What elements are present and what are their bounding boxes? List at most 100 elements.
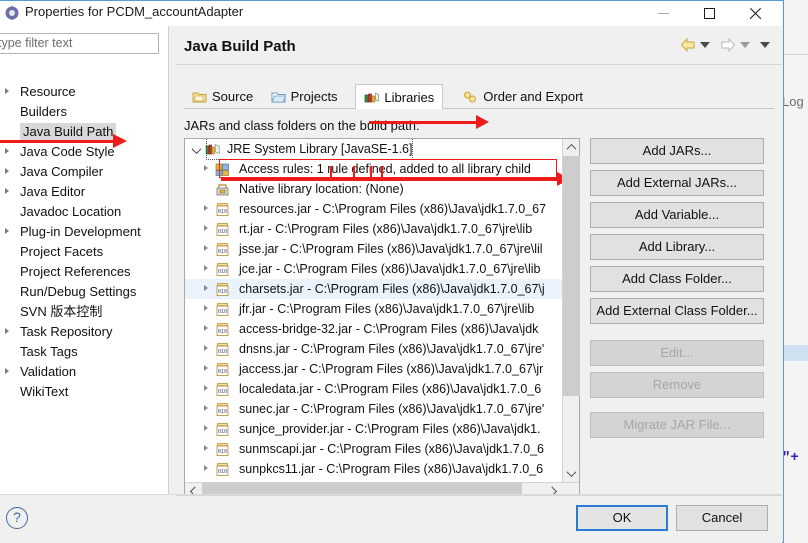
- jre-library-icon: [205, 142, 220, 157]
- chevron-right-icon[interactable]: [5, 368, 9, 374]
- edit-button: Edit...: [590, 340, 764, 366]
- maximize-icon: [703, 8, 715, 19]
- tree-row-localedata[interactable]: 010 localedata.jar - C:\Program Files (x8…: [185, 379, 563, 399]
- chevron-right-icon[interactable]: [204, 265, 208, 271]
- vertical-scrollbar[interactable]: [562, 139, 580, 482]
- close-button[interactable]: [732, 1, 778, 26]
- sidebar-item-label: Java Editor: [20, 184, 86, 199]
- tree-row-access[interactable]: Access rules: 1 rule defined, added to a…: [185, 159, 563, 179]
- scroll-down-button[interactable]: [563, 465, 580, 482]
- add-external-jars-button[interactable]: Add External JARs...: [590, 170, 764, 196]
- scroll-up-button[interactable]: [563, 139, 580, 156]
- sidebar-item-builders[interactable]: Builders: [0, 102, 169, 122]
- tree-row-native[interactable]: Native library location: (None): [185, 179, 563, 199]
- chevron-right-icon[interactable]: [5, 188, 9, 194]
- sidebar-item-project-facets[interactable]: Project Facets: [0, 242, 169, 262]
- sidebar-item-label: Builders: [20, 104, 67, 119]
- tree-row-jaccess[interactable]: 010 jaccess.jar - C:\Program Files (x86)\…: [185, 359, 563, 379]
- tree-row-jfr[interactable]: 010 jfr.jar - C:\Program Files (x86)\Java…: [185, 299, 563, 319]
- page-nav-icons: [680, 38, 770, 52]
- sidebar-item-svn[interactable]: SVN 版本控制: [0, 302, 169, 322]
- tree-row-sunmscapi[interactable]: 010 sunmscapi.jar - C:\Program Files (x86…: [185, 439, 563, 459]
- page-menu-chevron-down-icon[interactable]: [760, 42, 770, 48]
- forward-history-chevron-down-icon[interactable]: [740, 42, 750, 48]
- tree-row-jsse[interactable]: 010 jsse.jar - C:\Program Files (x86)\Jav…: [185, 239, 563, 259]
- sidebar-item-project-references[interactable]: Project References: [0, 262, 169, 282]
- chevron-right-icon[interactable]: [204, 385, 208, 391]
- classpath-actions: Add JARs... Add External JARs... Add Varia…: [590, 138, 764, 444]
- add-library-button[interactable]: Add Library...: [590, 234, 764, 260]
- tab-projects[interactable]: Projects: [263, 84, 346, 109]
- tree-row-charsets[interactable]: 010 charsets.jar - C:\Program Files (x86)…: [185, 279, 563, 299]
- chevron-right-icon[interactable]: [204, 165, 208, 171]
- svg-text:010: 010: [218, 229, 227, 235]
- tab-libraries[interactable]: Libraries: [355, 84, 444, 109]
- eclipse-properties-icon: [4, 5, 20, 21]
- tree-row-access[interactable]: 010 access-bridge-32.jar - C:\Program Fil…: [185, 319, 563, 339]
- back-history-chevron-down-icon[interactable]: [700, 42, 710, 48]
- chevron-right-icon[interactable]: [204, 425, 208, 431]
- tree-row-jre[interactable]: JRE System Library [JavaSE-1.6]: [185, 139, 563, 160]
- sidebar-item-resource[interactable]: Resource: [0, 82, 169, 102]
- chevron-right-icon[interactable]: [204, 285, 208, 291]
- tree-row-sunpkcs11[interactable]: 010 sunpkcs11.jar - C:\Program Files (x86…: [185, 459, 563, 479]
- chevron-right-icon[interactable]: [5, 88, 9, 94]
- minimize-button[interactable]: [640, 1, 686, 26]
- ok-button[interactable]: OK: [576, 505, 668, 531]
- chevron-right-icon[interactable]: [204, 345, 208, 351]
- back-arrow-icon[interactable]: [680, 38, 696, 52]
- annotation-arrow-sidebar: [0, 140, 116, 143]
- tree-row-sunec[interactable]: 010 sunec.jar - C:\Program Files (x86)\Ja…: [185, 399, 563, 419]
- chevron-right-icon[interactable]: [204, 225, 208, 231]
- maximize-button[interactable]: [686, 1, 732, 26]
- chevron-up-icon: [566, 143, 577, 154]
- tree-row-resources[interactable]: 010 resources.jar - C:\Program Files (x86…: [185, 199, 563, 219]
- tab-order-and-export[interactable]: Order and Export: [455, 84, 591, 109]
- sidebar-item-label: WikiText: [20, 384, 69, 399]
- svg-text:010: 010: [218, 269, 227, 275]
- tree-row-label: Native library location: (None): [239, 182, 404, 196]
- tree-row-dnsns[interactable]: 010 dnsns.jar - C:\Program Files (x86)\Ja…: [185, 339, 563, 359]
- sidebar-item-javadoc-location[interactable]: Javadoc Location: [0, 202, 169, 222]
- sidebar-item-wikitext[interactable]: WikiText: [0, 382, 169, 402]
- sidebar-item-task-tags[interactable]: Task Tags: [0, 342, 169, 362]
- chevron-down-icon[interactable]: [191, 144, 202, 155]
- vertical-scroll-thumb[interactable]: [563, 156, 580, 396]
- sidebar-item-task-repository[interactable]: Task Repository: [0, 322, 169, 342]
- tree-row-jce[interactable]: 010 jce.jar - C:\Program Files (x86)\Java…: [185, 259, 563, 279]
- add-jars-button[interactable]: Add JARs...: [590, 138, 764, 164]
- chevron-right-icon[interactable]: [204, 245, 208, 251]
- sidebar-item-java-build-path[interactable]: Java Build Path: [0, 122, 169, 142]
- chevron-right-icon[interactable]: [204, 305, 208, 311]
- forward-arrow-icon[interactable]: [720, 38, 736, 52]
- sidebar-item-java-compiler[interactable]: Java Compiler: [0, 162, 169, 182]
- add-variable-button[interactable]: Add Variable...: [590, 202, 764, 228]
- chevron-right-icon[interactable]: [204, 445, 208, 451]
- chevron-right-icon[interactable]: [204, 365, 208, 371]
- sidebar-item-validation[interactable]: Validation: [0, 362, 169, 382]
- sidebar-item-plug-in-development[interactable]: Plug-in Development: [0, 222, 169, 242]
- filter-input-wrapper[interactable]: type filter text: [0, 33, 159, 54]
- add-class-folder-button[interactable]: Add Class Folder...: [590, 266, 764, 292]
- properties-dialog: Properties for PCDM_accountAdapter type …: [0, 0, 784, 543]
- chevron-right-icon[interactable]: [5, 328, 9, 334]
- chevron-right-icon[interactable]: [5, 168, 9, 174]
- chevron-right-icon[interactable]: [5, 148, 9, 154]
- sidebar-item-java-editor[interactable]: Java Editor: [0, 182, 169, 202]
- chevron-right-icon[interactable]: [204, 405, 208, 411]
- chevron-right-icon[interactable]: [5, 228, 9, 234]
- tree-row-rt[interactable]: 010 rt.jar - C:\Program Files (x86)\Java\…: [185, 219, 563, 239]
- add-external-class-folder-button[interactable]: Add External Class Folder...: [590, 298, 764, 324]
- tab-source[interactable]: Source: [184, 84, 261, 109]
- classpath-listbox[interactable]: JRE System Library [JavaSE-1.6] Access ru…: [184, 138, 580, 500]
- chevron-right-icon[interactable]: [204, 325, 208, 331]
- sidebar-item-java-code-style[interactable]: Java Code Style: [0, 142, 169, 162]
- help-question-icon[interactable]: ?: [6, 507, 28, 529]
- cancel-button[interactable]: Cancel: [676, 505, 768, 531]
- chevron-right-icon[interactable]: [204, 465, 208, 471]
- projects-folder-icon: [270, 90, 286, 104]
- sidebar-item-run-debug-settings[interactable]: Run/Debug Settings: [0, 282, 169, 302]
- chevron-right-icon[interactable]: [204, 205, 208, 211]
- tree-row-sunjceprovider[interactable]: 010 sunjce_provider.jar - C:\Program File…: [185, 419, 563, 439]
- tab-label: Libraries: [384, 89, 435, 105]
